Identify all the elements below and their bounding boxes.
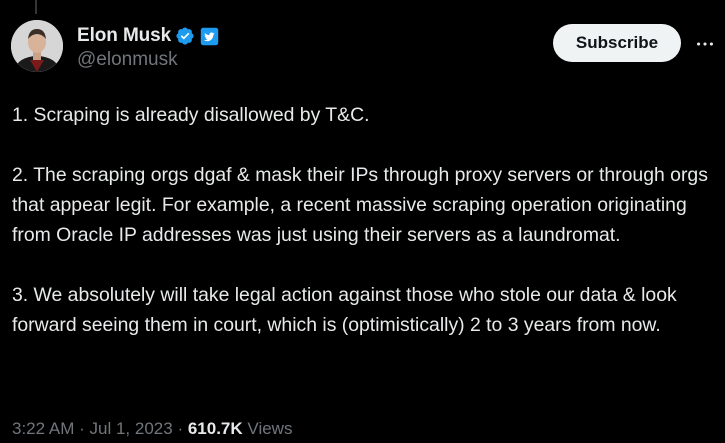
- meta-separator: ·: [177, 419, 184, 438]
- author-display-name[interactable]: Elon Musk: [77, 25, 171, 47]
- tweet-text: 1. Scraping is already disallowed by T&C…: [12, 100, 718, 370]
- thread-connector-line: [35, 0, 37, 14]
- subscribe-button[interactable]: Subscribe: [553, 24, 681, 62]
- author-handle[interactable]: @elonmusk: [77, 49, 178, 71]
- meta-separator: ·: [79, 419, 85, 438]
- twitter-bird-icon[interactable]: [200, 27, 219, 46]
- tweet-meta: 3:22 AM · Jul 1, 2023 · 610.7K Views: [12, 419, 292, 439]
- avatar-image: [11, 20, 63, 72]
- tweet-paragraph: 2. The scraping orgs dgaf & mask their I…: [12, 164, 708, 246]
- avatar[interactable]: [11, 20, 63, 72]
- views-label: Views: [247, 419, 293, 438]
- author-name-row: Elon Musk: [77, 24, 219, 48]
- tweet-paragraph: 1. Scraping is already disallowed by T&C…: [12, 104, 370, 126]
- verified-check-icon[interactable]: [175, 26, 195, 46]
- views-count: 610.7K: [187, 419, 243, 438]
- tweet-date[interactable]: Jul 1, 2023: [90, 419, 173, 438]
- more-horizontal-icon[interactable]: [692, 33, 718, 55]
- tweet-time[interactable]: 3:22 AM: [12, 419, 74, 438]
- tweet-paragraph: 3. We absolutely will take legal action …: [12, 284, 677, 336]
